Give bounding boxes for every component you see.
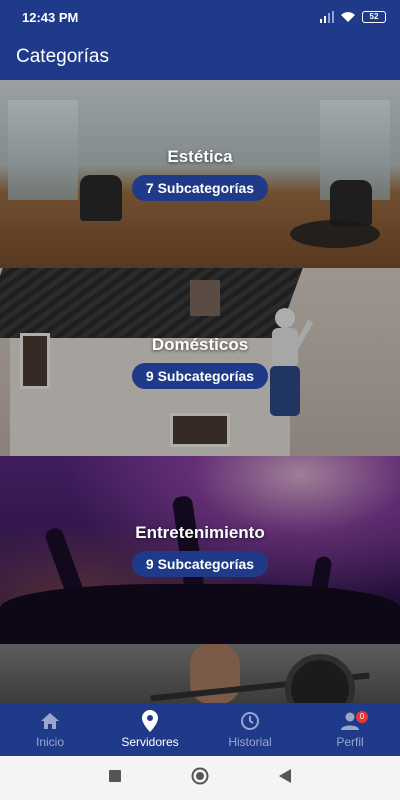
nav-inicio[interactable]: Inicio (0, 703, 100, 756)
home-icon (39, 710, 61, 732)
category-title: Estética (167, 147, 233, 166)
system-navigation-bar (0, 756, 400, 800)
back-triangle-icon[interactable] (279, 768, 291, 788)
nav-perfil[interactable]: 0 Perfil (300, 703, 400, 756)
subcategory-count-badge: 9 Subcategorías (131, 363, 269, 389)
recents-square-icon[interactable] (109, 769, 121, 787)
category-title: Entretenimiento (135, 523, 265, 542)
category-card-partial[interactable] (0, 644, 400, 703)
clock-icon (239, 710, 261, 732)
nav-servidores[interactable]: Servidores (100, 703, 200, 756)
nav-label: Perfil (336, 735, 364, 749)
category-list[interactable]: Estética 7 Subcategorías Domésticos 9 Su… (0, 80, 400, 703)
wifi-icon (341, 12, 355, 22)
location-pin-icon (139, 710, 161, 732)
category-card-estetica[interactable]: Estética 7 Subcategorías (0, 80, 400, 268)
status-time: 12:43 PM (22, 9, 79, 25)
category-title: Domésticos (151, 335, 249, 354)
nav-label: Servidores (121, 735, 179, 749)
subcategory-count-badge: 9 Subcategorías (131, 551, 269, 577)
signal-icon (320, 11, 334, 23)
fitness-image (0, 644, 400, 703)
home-circle-icon[interactable] (191, 767, 209, 790)
category-card-entretenimiento[interactable]: Entretenimiento 9 Subcategorías (0, 456, 400, 644)
notification-badge: 0 (356, 711, 368, 723)
subcategory-count-badge: 7 Subcategorías (131, 175, 269, 201)
app-bar: Categorías (0, 34, 400, 80)
battery-icon: 52 (362, 11, 386, 23)
category-card-domesticos[interactable]: Domésticos 9 Subcategorías (0, 268, 400, 456)
status-bar: 12:43 PM 52 (0, 0, 400, 34)
nav-label: Historial (228, 735, 272, 749)
bottom-navigation: Inicio Servidores Historial 0 Perfil (0, 703, 400, 756)
nav-historial[interactable]: Historial (200, 703, 300, 756)
page-title: Categorías (16, 46, 109, 67)
nav-label: Inicio (35, 735, 64, 749)
